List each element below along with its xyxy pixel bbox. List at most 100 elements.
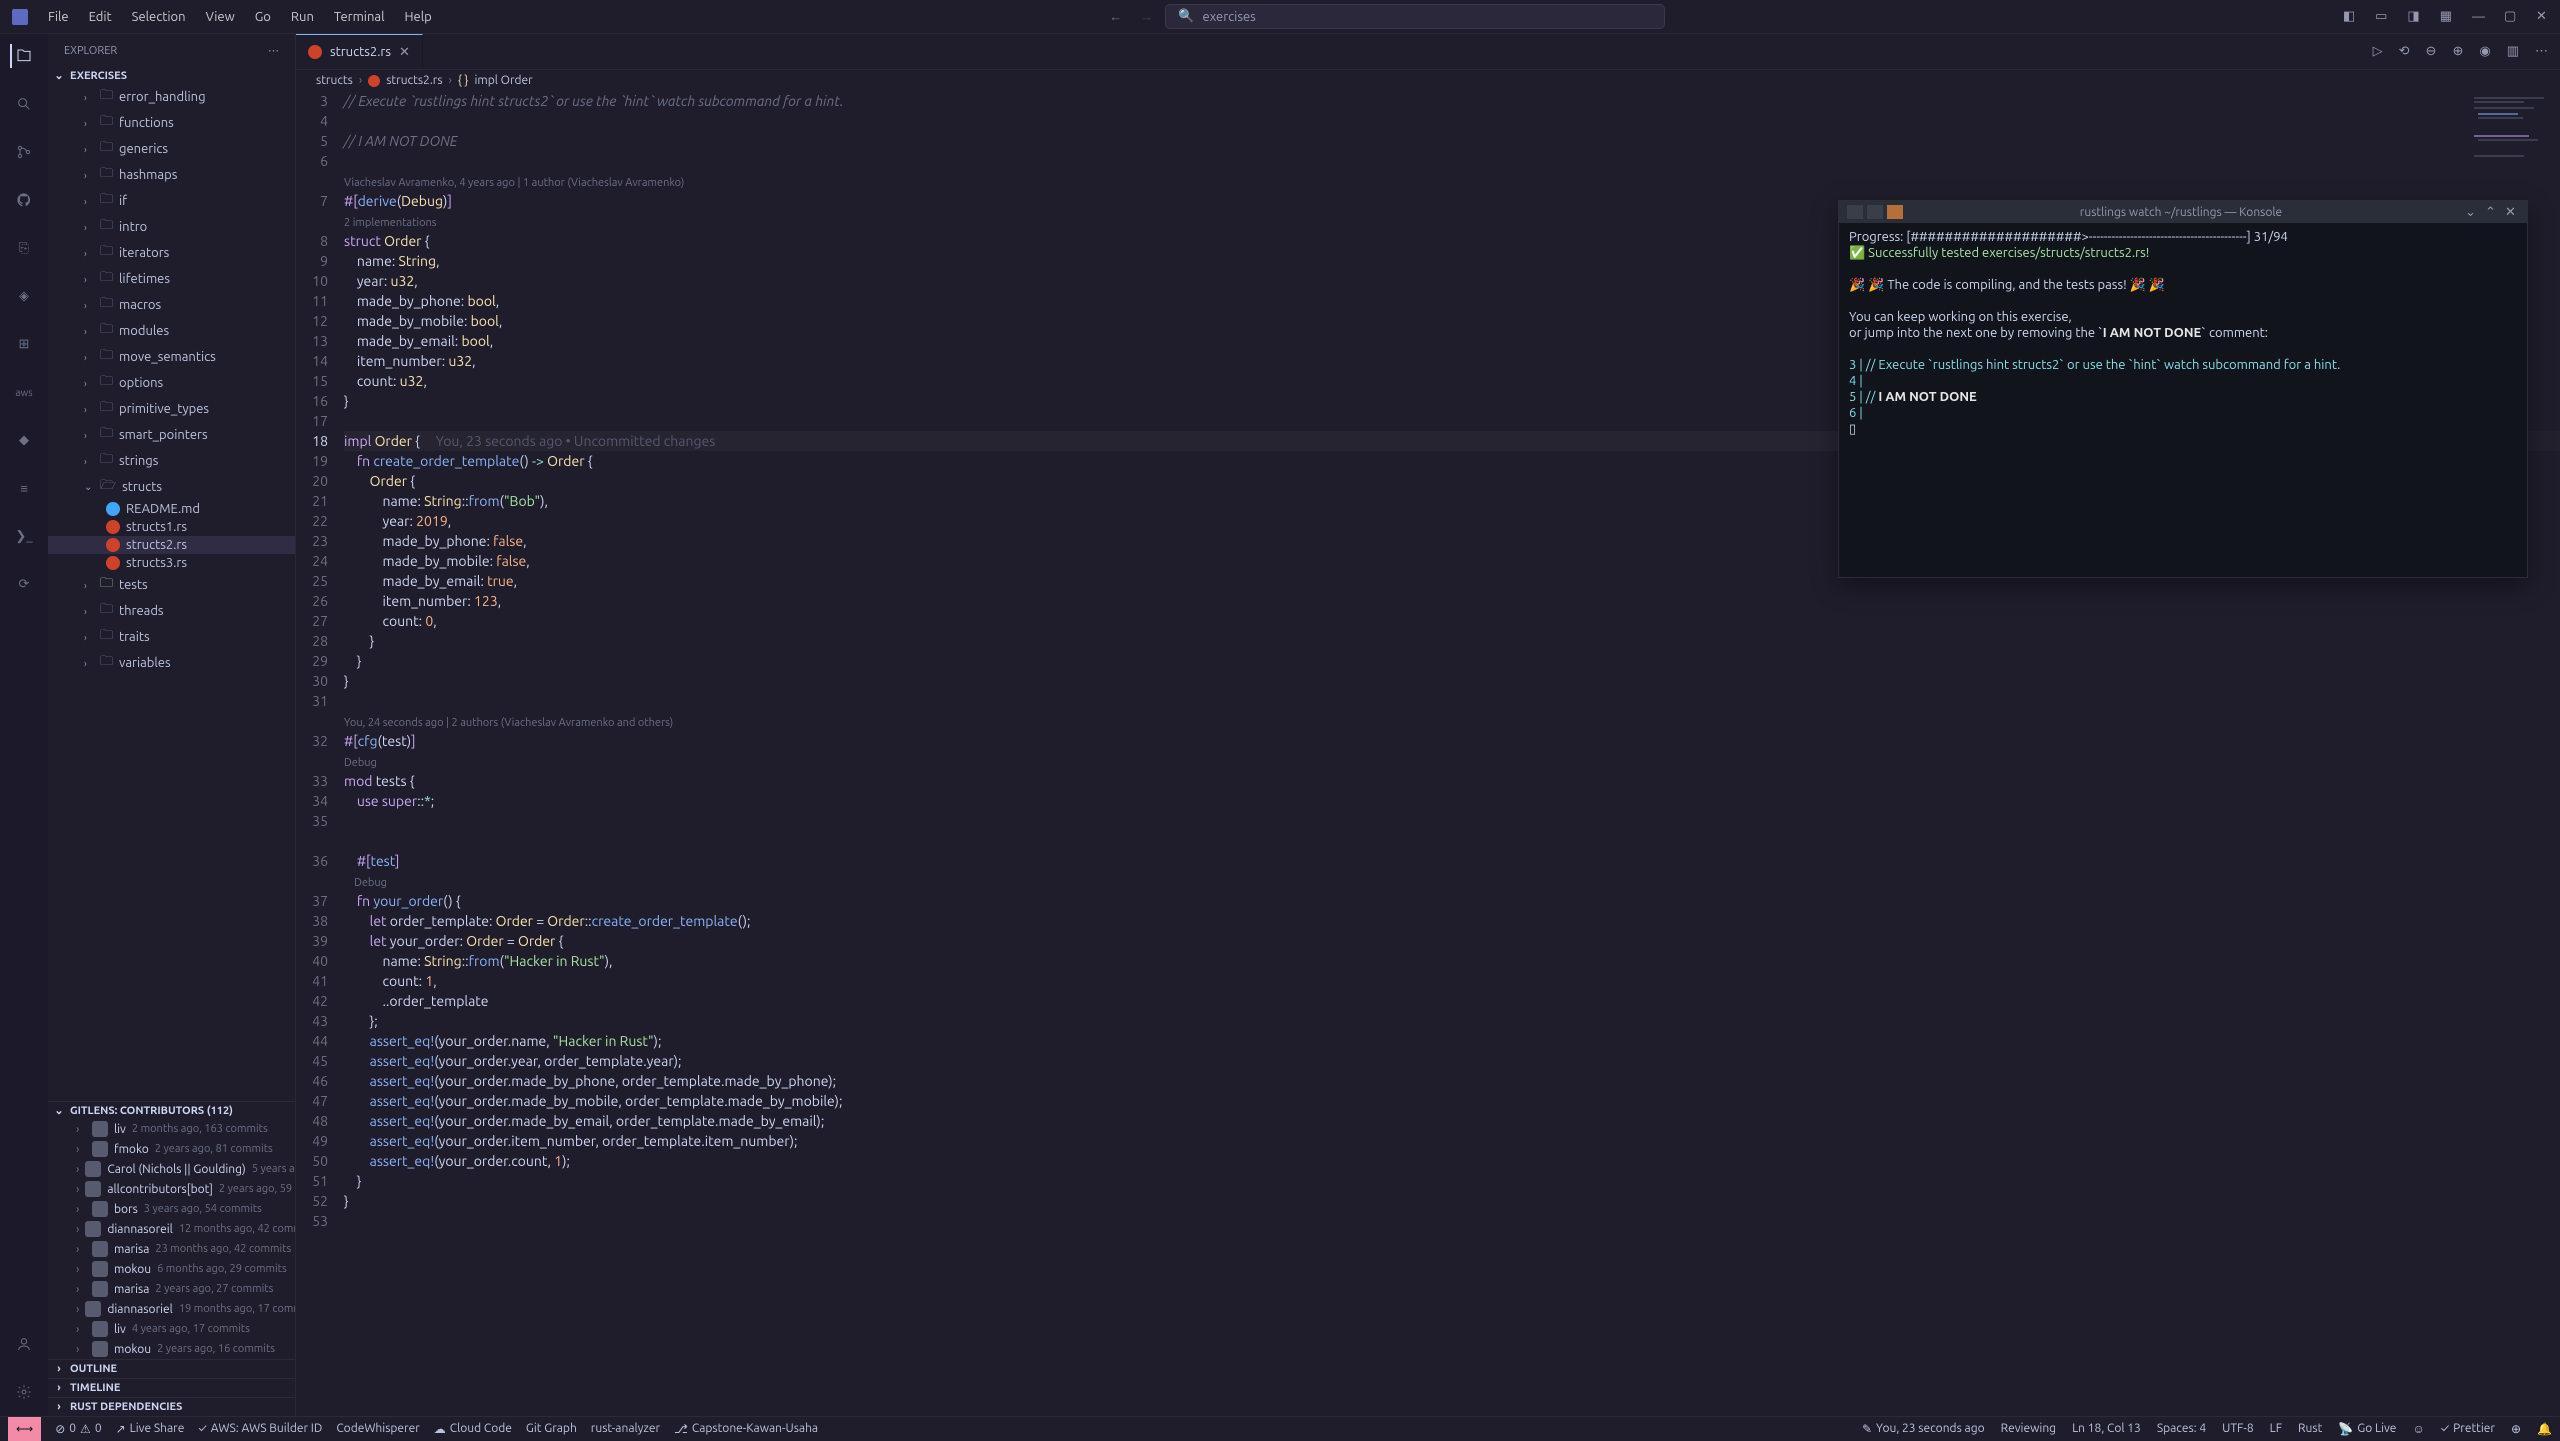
activity-scm-icon[interactable] <box>12 140 36 164</box>
codewhisperer-button[interactable]: CodeWhisperer <box>336 1422 419 1435</box>
encoding-status[interactable]: UTF-8 <box>2222 1422 2253 1435</box>
command-center[interactable]: 🔍 exercises <box>1165 4 1665 29</box>
folder-generics[interactable]: ›🗀generics <box>48 136 295 162</box>
split-next-icon[interactable]: ⊕ <box>2452 44 2463 59</box>
konsole-min-icon[interactable]: ⌄ <box>2465 205 2479 220</box>
folder-traits[interactable]: ›🗀traits <box>48 624 295 650</box>
menu-selection[interactable]: Selection <box>132 10 186 24</box>
close-window-button[interactable]: ✕ <box>2536 9 2548 24</box>
konsole-window[interactable]: rustlings watch ~/rustlings — Konsole ⌄ … <box>1838 200 2528 578</box>
menu-help[interactable]: Help <box>404 10 431 24</box>
prettier-button[interactable]: ✓ Prettier <box>2441 1422 2495 1435</box>
breadcrumb-symbol[interactable]: impl Order <box>474 74 532 87</box>
tab-structs2[interactable]: structs2.rs ✕ <box>296 34 423 69</box>
layout-sidebar-left-icon[interactable]: ◧ <box>2343 9 2355 24</box>
tab-more-icon[interactable]: ⋯ <box>2535 44 2548 59</box>
folder-hashmaps[interactable]: ›🗀hashmaps <box>48 162 295 188</box>
folder-error_handling[interactable]: ›🗀error_handling <box>48 84 295 110</box>
contributor-item[interactable]: ›fmoko 2 years ago, 81 commits <box>48 1139 295 1159</box>
contributor-item[interactable]: ›allcontributors[bot] 2 years ago, 59 co… <box>48 1179 295 1199</box>
folder-strings[interactable]: ›🗀strings <box>48 448 295 474</box>
activity-settings-icon[interactable] <box>12 1380 36 1404</box>
spaces-status[interactable]: Spaces: 4 <box>2157 1422 2206 1435</box>
activity-more1-icon[interactable]: ◆ <box>12 428 36 452</box>
folder-tests[interactable]: ›🗀tests <box>48 572 295 598</box>
gitblame-status[interactable]: ✎ You, 23 seconds ago <box>1862 1422 1985 1436</box>
folder-if[interactable]: ›🗀if <box>48 188 295 214</box>
menu-terminal[interactable]: Terminal <box>334 10 385 24</box>
folder-functions[interactable]: ›🗀functions <box>48 110 295 136</box>
split-prev-icon[interactable]: ⊖ <box>2426 44 2437 59</box>
errors-counter[interactable]: ⊘ 0 ⚠ 0 <box>55 1422 101 1436</box>
activity-explorer-icon[interactable] <box>10 44 34 68</box>
activity-aws-icon[interactable]: aws <box>12 380 36 404</box>
contributor-item[interactable]: ›Carol (Nichols || Goulding) 5 years ag.… <box>48 1159 295 1179</box>
folder-threads[interactable]: ›🗀threads <box>48 598 295 624</box>
checker-icon[interactable]: ⊕ <box>2511 1422 2521 1436</box>
activity-github-icon[interactable] <box>12 188 36 212</box>
konsole-menu-icon[interactable] <box>1867 205 1883 219</box>
folder-macros[interactable]: ›🗀macros <box>48 292 295 318</box>
minimize-button[interactable]: — <box>2472 10 2484 24</box>
folder-options[interactable]: ›🗀options <box>48 370 295 396</box>
folder-variables[interactable]: ›🗀variables <box>48 650 295 676</box>
diff-icon[interactable]: ◉ <box>2479 44 2490 59</box>
golive-button[interactable]: 📡 Go Live <box>2338 1422 2396 1436</box>
menu-view[interactable]: View <box>206 10 235 24</box>
contributor-item[interactable]: ›diannasoriel 19 months ago, 17 commits <box>48 1299 295 1319</box>
split-editor-icon[interactable]: ▥ <box>2507 44 2519 59</box>
contributor-item[interactable]: ›marisa 23 months ago, 42 commits <box>48 1239 295 1259</box>
nav-forward-icon[interactable]: → <box>1140 9 1153 24</box>
contributor-item[interactable]: ›mokou 6 months ago, 29 commits <box>48 1259 295 1279</box>
capstone-button[interactable]: ⎇ Capstone-Kawan-Usaha <box>674 1422 818 1436</box>
breadcrumb-file[interactable]: structs2.rs <box>386 74 442 87</box>
bell-icon[interactable]: 🔔 <box>2537 1422 2552 1436</box>
file-README.md[interactable]: README.md <box>48 500 295 518</box>
konsole-tab-icon[interactable] <box>1847 205 1863 219</box>
nav-back-icon[interactable]: ← <box>1109 9 1122 24</box>
breadcrumb-folder[interactable]: structs <box>316 74 353 87</box>
konsole-close-icon[interactable]: ✕ <box>2505 205 2519 220</box>
activity-search-icon[interactable] <box>12 92 36 116</box>
menu-go[interactable]: Go <box>255 10 271 24</box>
contributor-item[interactable]: ›mokou 2 years ago, 16 commits <box>48 1339 295 1359</box>
folder-smart_pointers[interactable]: ›🗀smart_pointers <box>48 422 295 448</box>
contributors-header[interactable]: ⌄GITLENS: CONTRIBUTORS (112) <box>48 1102 295 1119</box>
folder-structs[interactable]: ⌄🗁structs <box>48 474 295 500</box>
menu-run[interactable]: Run <box>291 10 314 24</box>
folder-move_semantics[interactable]: ›🗀move_semantics <box>48 344 295 370</box>
tab-close-icon[interactable]: ✕ <box>399 45 410 60</box>
activity-extensions-icon[interactable]: ⊞ <box>12 332 36 356</box>
activity-terminal-icon[interactable]: ❯_ <box>12 524 36 548</box>
activity-more2-icon[interactable]: ⟳ <box>12 572 36 596</box>
breadcrumb[interactable]: structs › structs2.rs › { } impl Order <box>296 70 2560 91</box>
konsole-max-icon[interactable]: ⌃ <box>2485 205 2499 220</box>
feedback-icon[interactable]: ☺ <box>2412 1422 2424 1436</box>
menu-edit[interactable]: Edit <box>89 10 112 24</box>
folder-intro[interactable]: ›🗀intro <box>48 214 295 240</box>
activity-test-icon[interactable]: ◈ <box>12 284 36 308</box>
file-structs1.rs[interactable]: structs1.rs <box>48 518 295 536</box>
remote-button[interactable]: ⟷ <box>8 1417 41 1441</box>
activity-docker-icon[interactable]: ≡ <box>12 476 36 500</box>
run-icon[interactable]: ▷ <box>2373 44 2383 59</box>
file-structs3.rs[interactable]: structs3.rs <box>48 554 295 572</box>
run-last-icon[interactable]: ⟲ <box>2399 44 2410 59</box>
gitgraph-button[interactable]: Git Graph <box>526 1422 577 1435</box>
contributor-item[interactable]: ›bors 3 years ago, 54 commits <box>48 1199 295 1219</box>
section-outline[interactable]: ›OUTLINE <box>48 1359 295 1378</box>
contributor-item[interactable]: ›liv 4 years ago, 17 commits <box>48 1319 295 1339</box>
activity-remote-icon[interactable]: ⎘ <box>12 236 36 260</box>
contributor-item[interactable]: ›marisa 2 years ago, 27 commits <box>48 1279 295 1299</box>
rustanalyzer-button[interactable]: rust-analyzer <box>591 1422 660 1435</box>
contributor-item[interactable]: ›liv 2 months ago, 163 commits <box>48 1119 295 1139</box>
section-timeline[interactable]: ›TIMELINE <box>48 1378 295 1397</box>
maximize-button[interactable]: ▢ <box>2504 9 2516 24</box>
contributor-item[interactable]: ›diannasoreil 12 months ago, 42 commits <box>48 1219 295 1239</box>
reviewing-status[interactable]: Reviewing <box>2001 1422 2056 1435</box>
lncol-status[interactable]: Ln 18, Col 13 <box>2072 1422 2141 1435</box>
layout-customize-icon[interactable]: ▦ <box>2440 9 2452 24</box>
layout-sidebar-right-icon[interactable]: ◨ <box>2407 9 2419 24</box>
cloudcode-button[interactable]: ☁ Cloud Code <box>434 1422 512 1436</box>
folder-iterators[interactable]: ›🗀iterators <box>48 240 295 266</box>
